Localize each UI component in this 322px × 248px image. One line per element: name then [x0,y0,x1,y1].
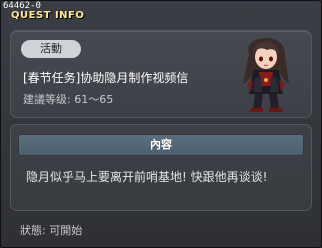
quest-summary-panel: 活動 [春节任务]协助隐月制作视频信 建議等级: 61～65 [10,30,312,118]
npc-portrait-icon [243,38,289,112]
quest-content-panel: 內容 隐月似乎马上要离开前哨基地! 快跟他再谈谈! [10,124,312,211]
quest-title: [春节任务]协助隐月制作视频信 [23,71,189,85]
quest-status: 狀態: 可開始 [20,224,83,237]
content-header: 內容 [18,134,304,156]
title-bar[interactable]: 64462-0 QUEST INFO [1,1,321,23]
quest-category-tag: 活動 [21,40,81,58]
quest-level-recommendation: 建議等级: 61～65 [23,93,114,106]
window-title: QUEST INFO [11,10,85,21]
quest-info-window: 64462-0 QUEST INFO 活動 [春节任务]协助隐月制作视频信 建議… [0,0,322,248]
content-text: 隐月似乎马上要离开前哨基地! 快跟他再谈谈! [26,170,268,184]
